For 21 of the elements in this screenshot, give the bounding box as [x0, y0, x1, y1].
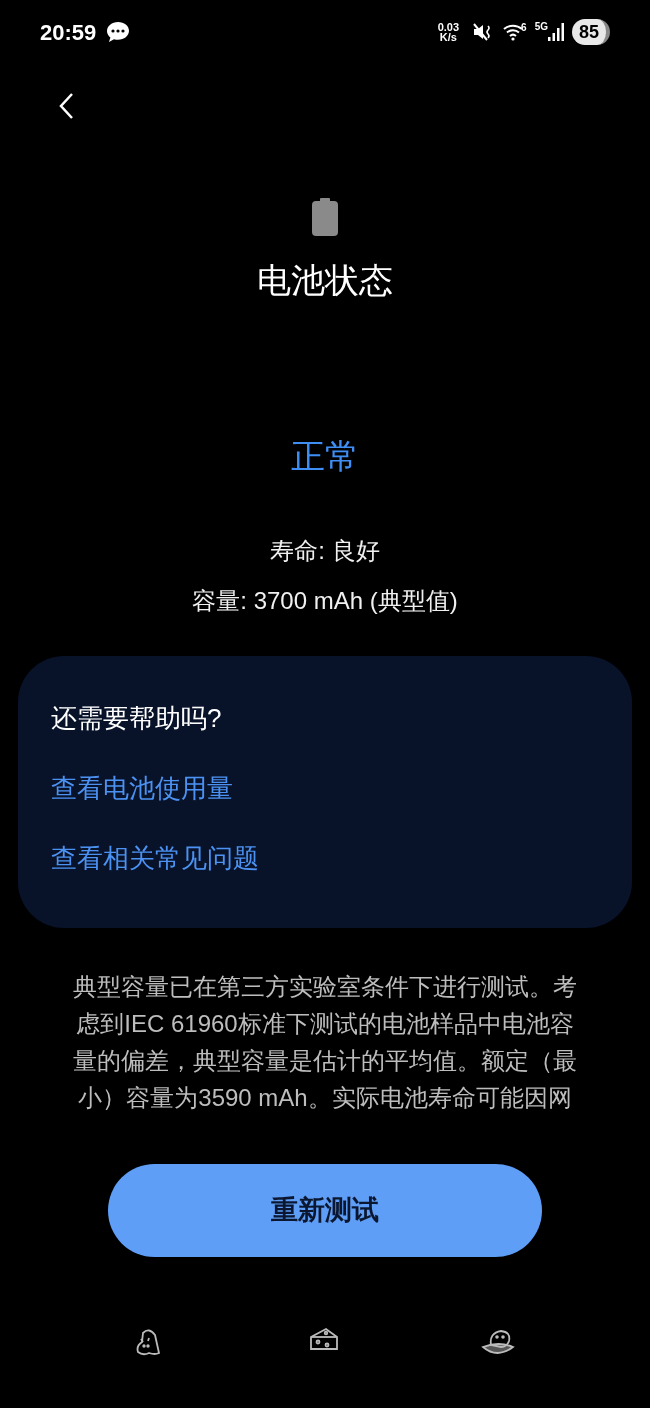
retest-button[interactable]: 重新测试 [108, 1164, 542, 1257]
detail-text: 容量: 3700 mAh (典型值) [192, 586, 458, 616]
net-speed-value: 0.03 [437, 22, 460, 32]
battery-icon [312, 198, 338, 236]
battery-level: 85 [571, 19, 610, 45]
page-title: 电池状态 [257, 260, 393, 301]
back-icon[interactable] [58, 92, 74, 120]
note-text: 典型容量已在第三方实验室条件下进行测试。考虑到IEC 61960标准下测试的电池样品中电池容量的偏差，典型容量是估计的平均值。额定（最小）容量为3590 mAh。实际电池寿命可能因网 [72, 972, 578, 1113]
help-link[interactable]: 查看电池使用量 [51, 770, 233, 806]
signal-icon [547, 22, 564, 42]
dog-icon[interactable] [481, 1327, 515, 1357]
wifi-label: 6 [521, 23, 527, 33]
card-title: 还需要帮助吗? [51, 702, 222, 735]
message-icon [106, 21, 131, 43]
detail-text: 寿命: 良好 [270, 536, 380, 566]
help-link[interactable]: 查看相关常见问题 [51, 840, 259, 876]
cheese-icon[interactable] [309, 1327, 339, 1351]
net-speed-unit: K/s [439, 32, 457, 42]
status-text: 正常 [291, 436, 359, 477]
network-type: 5G [534, 22, 548, 32]
status-time: 20:59 [40, 18, 97, 47]
